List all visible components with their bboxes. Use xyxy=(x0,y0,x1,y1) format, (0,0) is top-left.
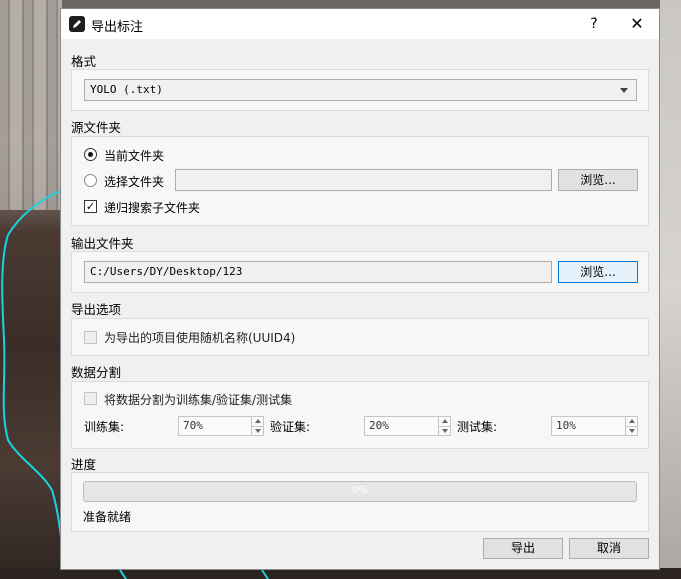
val-label: 验证集: xyxy=(270,420,311,434)
choose-folder-label: 选择文件夹 xyxy=(104,175,165,189)
recursive-checkbox[interactable]: ✓ xyxy=(84,200,97,213)
split-section-label: 数据分割 xyxy=(71,365,122,380)
output-browse-button[interactable]: 浏览... xyxy=(558,261,638,283)
spin-down-icon[interactable] xyxy=(625,426,637,435)
options-group: 为导出的项目使用随机名称(UUID4) xyxy=(71,318,649,356)
choose-folder-radio[interactable] xyxy=(84,174,97,187)
source-section-label: 源文件夹 xyxy=(71,120,122,135)
split-group: 将数据分割为训练集/验证集/测试集 训练集: 70% 验证集: 20% 测试集:… xyxy=(71,381,649,449)
format-section-label: 格式 xyxy=(71,54,97,69)
train-label: 训练集: xyxy=(84,420,125,434)
output-group: C:/Users/DY/Desktop/123 浏览... xyxy=(71,251,649,293)
current-folder-radio[interactable] xyxy=(84,148,97,161)
progress-status: 准备就绪 xyxy=(83,510,132,524)
progress-bar: 0% xyxy=(83,481,637,502)
output-section-label: 输出文件夹 xyxy=(71,236,134,251)
spin-up-icon[interactable] xyxy=(251,417,263,426)
spin-up-icon[interactable] xyxy=(438,417,450,426)
source-folder-input[interactable] xyxy=(175,169,552,191)
train-spinbox[interactable]: 70% xyxy=(178,416,264,436)
uuid-label: 为导出的项目使用随机名称(UUID4) xyxy=(104,331,296,345)
train-value: 70% xyxy=(183,419,203,432)
export-button[interactable]: 导出 xyxy=(483,538,563,559)
spin-up-icon[interactable] xyxy=(625,417,637,426)
dialog-title: 导出标注 xyxy=(91,20,144,35)
uuid-checkbox[interactable] xyxy=(84,331,97,344)
format-dropdown[interactable]: YOLO (.txt) xyxy=(84,79,637,101)
title-bar: 导出标注 ? ✕ xyxy=(61,9,659,39)
format-dropdown-value: YOLO (.txt) xyxy=(90,83,163,96)
export-annotations-dialog: 导出标注 ? ✕ 格式 YOLO (.txt) 源文件夹 当前文件夹 选择文件夹… xyxy=(60,8,660,570)
pencil-icon xyxy=(69,16,85,32)
source-group: 当前文件夹 选择文件夹 浏览... ✓ 递归搜索子文件夹 xyxy=(71,136,649,226)
close-button[interactable]: ✕ xyxy=(625,13,649,35)
val-value: 20% xyxy=(369,419,389,432)
current-folder-label: 当前文件夹 xyxy=(104,149,165,163)
recursive-label: 递归搜索子文件夹 xyxy=(104,201,201,215)
format-group: YOLO (.txt) xyxy=(71,69,649,111)
split-checkbox[interactable] xyxy=(84,392,97,405)
radio-dot xyxy=(88,152,93,157)
cancel-button[interactable]: 取消 xyxy=(569,538,649,559)
help-button[interactable]: ? xyxy=(583,13,605,35)
spin-down-icon[interactable] xyxy=(251,426,263,435)
output-folder-input[interactable]: C:/Users/DY/Desktop/123 xyxy=(84,261,552,283)
test-spinbox[interactable]: 10% xyxy=(551,416,638,436)
options-section-label: 导出选项 xyxy=(71,302,122,317)
test-value: 10% xyxy=(556,419,576,432)
chevron-down-icon xyxy=(620,88,628,93)
progress-percent: 0% xyxy=(352,485,368,496)
output-folder-value: C:/Users/DY/Desktop/123 xyxy=(90,265,243,278)
spin-down-icon[interactable] xyxy=(438,426,450,435)
split-label: 将数据分割为训练集/验证集/测试集 xyxy=(104,393,293,407)
val-spinbox[interactable]: 20% xyxy=(364,416,451,436)
progress-section-label: 进度 xyxy=(71,457,97,472)
source-browse-button[interactable]: 浏览... xyxy=(558,169,638,191)
test-label: 测试集: xyxy=(457,420,498,434)
